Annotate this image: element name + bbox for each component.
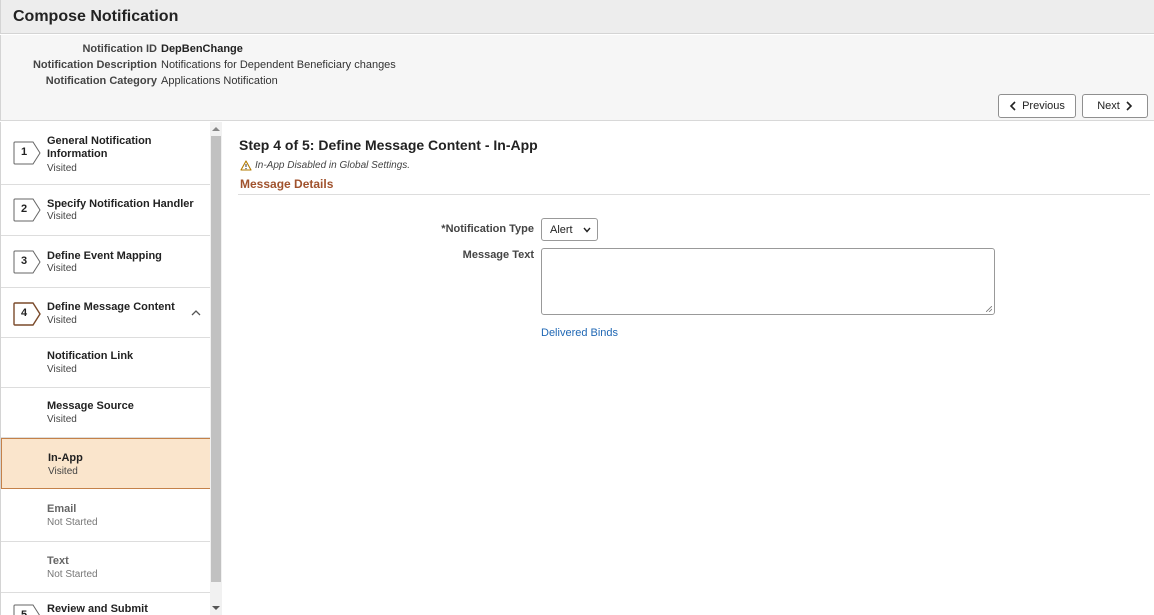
step-status: Visited [47,263,77,274]
chevron-up-icon[interactable] [190,307,202,319]
step-status: Visited [47,414,77,425]
substep-notification-link[interactable]: Notification Link Visited [1,338,211,388]
step-review-and-submit[interactable]: 5 Review and Submit [1,593,211,615]
step-number: 3 [20,255,28,267]
step-title: Define Message Content [47,301,175,313]
notification-category-value: Applications Notification [161,75,278,87]
step-status: Not Started [47,569,98,580]
step-number-badge: 4 [13,302,43,326]
step-title: Text [47,555,69,567]
warning-text: In-App Disabled in Global Settings. [255,160,411,171]
step-title: Message Source [47,400,134,412]
info-desc-row: Notification Description [1,59,157,73]
step-status: Visited [47,163,77,174]
substep-message-source[interactable]: Message Source Visited [1,388,211,438]
step-title: Define Event Mapping [47,250,162,262]
notification-id-label: Notification ID [82,43,157,55]
step-title: Specify Notification Handler [47,198,194,210]
delivered-binds-link[interactable]: Delivered Binds [541,327,618,339]
step-define-message-content[interactable]: 4 Define Message Content Visited [1,288,211,338]
step-title: General Notification Information [47,135,152,160]
step-status: Visited [47,315,77,326]
step-number: 2 [20,203,28,215]
chevron-right-icon [1126,101,1132,111]
message-text-input[interactable] [541,248,995,315]
substep-text[interactable]: Text Not Started [1,542,211,593]
chevron-down-icon [583,227,591,233]
notification-description-label: Notification Description [32,59,157,71]
step-number-badge: 2 [13,198,43,222]
notification-category-label: Notification Category [45,75,157,87]
notification-description-value: Notifications for Dependent Beneficiary … [161,59,396,71]
step-navigator: 1 General Notification Information Visit… [0,122,222,615]
step-title: In-App [48,452,83,464]
step-specify-notification-handler[interactable]: 2 Specify Notification Handler Visited [1,185,211,236]
section-divider [238,194,1150,195]
previous-button-label: Previous [1022,100,1065,112]
info-cat-row: Notification Category [1,75,157,89]
notification-info: Notification ID DepBenChange Notificatio… [0,35,1154,121]
page-title: Compose Notification [13,8,179,25]
info-id-row: Notification ID [1,43,157,57]
step-number: 1 [20,146,28,158]
substep-in-app[interactable]: In-App Visited [1,438,211,489]
step-title: Notification Link [47,350,134,362]
substep-email[interactable]: Email Not Started [1,489,211,542]
notification-type-value: Alert [550,223,573,236]
notification-type-select[interactable]: Alert [541,218,598,241]
step-status: Visited [47,364,77,375]
next-button[interactable]: Next [1082,94,1148,118]
step-number: 4 [20,307,28,319]
step-number-badge: 3 [13,250,43,274]
step-status: Visited [47,211,77,222]
step-general-notification-information[interactable]: 1 General Notification Information Visit… [1,122,211,185]
page-header: Compose Notification [0,0,1154,34]
in-app-warning: In-App Disabled in Global Settings. [240,160,410,171]
chevron-left-icon [1009,101,1016,111]
step-number: 5 [20,609,28,615]
step-define-event-mapping[interactable]: 3 Define Event Mapping Visited [1,236,211,288]
step-status: Visited [48,466,78,477]
step-status: Not Started [47,517,98,528]
notification-id-value: DepBenChange [161,43,243,55]
scroll-down-icon[interactable] [210,602,222,614]
message-text-label: Message Text [462,249,534,261]
notification-type-label: *Notification Type [441,223,534,235]
warning-icon [240,160,252,171]
step-title: Review and Submit [47,603,148,615]
step-number-badge: 5 [13,604,43,615]
step-number-badge: 1 [13,141,43,165]
next-button-label: Next [1097,100,1120,112]
step-heading: Step 4 of 5: Define Message Content - In… [239,137,538,153]
step-title: Email [47,503,77,515]
scrollbar-thumb[interactable] [211,136,221,582]
scroll-up-icon[interactable] [210,123,222,135]
resize-handle-icon[interactable] [986,306,992,312]
section-heading: Message Details [240,177,334,191]
previous-button[interactable]: Previous [998,94,1076,118]
